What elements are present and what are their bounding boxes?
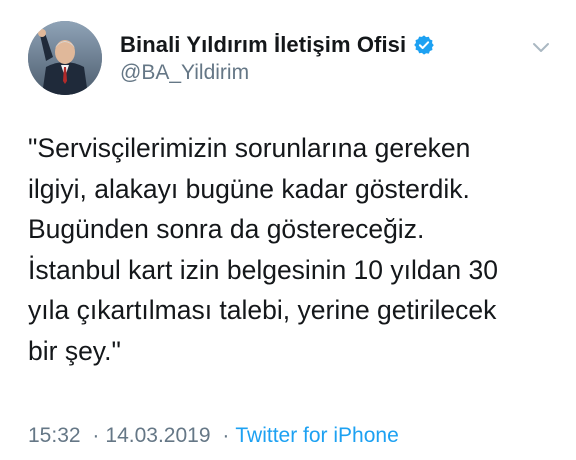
tweet-text: "Servisçilerimizin sorunlarına gereken i… — [28, 133, 498, 366]
avatar[interactable] — [28, 21, 102, 95]
meta-separator-2: · — [222, 424, 230, 447]
tweet-time[interactable]: 15:32 — [28, 424, 81, 447]
account-name-row: Binali Yıldırım İletişim Ofisi — [120, 30, 435, 60]
meta-separator: · — [92, 424, 100, 447]
tweet-card: Binali Yıldırım İletişim Ofisi @BA_Yildi… — [0, 0, 576, 460]
tweet-meta: 15:32 · 14.03.2019 · Twitter for iPhone — [28, 424, 399, 448]
display-name[interactable]: Binali Yıldırım İletişim Ofisi — [120, 32, 406, 58]
avatar-image — [28, 21, 102, 95]
chevron-down-icon[interactable] — [532, 40, 550, 54]
verified-badge-icon — [413, 34, 435, 56]
tweet-source-link[interactable]: Twitter for iPhone — [235, 424, 398, 447]
tweet-date[interactable]: 14.03.2019 — [105, 424, 210, 447]
account-handle[interactable]: @BA_Yildirim — [120, 61, 249, 85]
